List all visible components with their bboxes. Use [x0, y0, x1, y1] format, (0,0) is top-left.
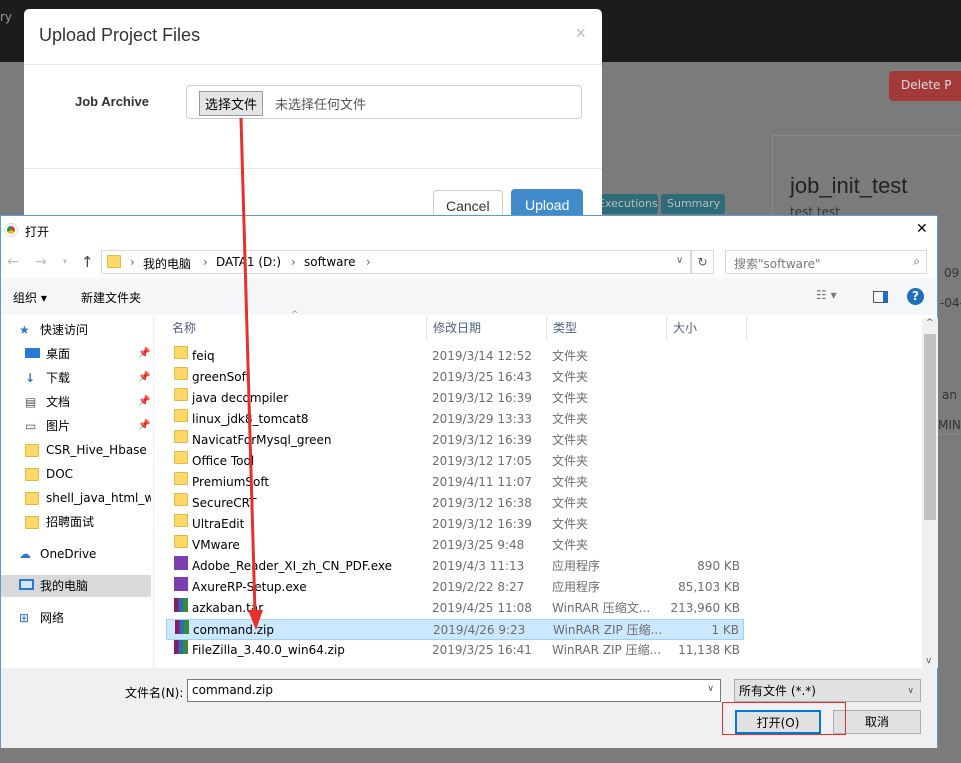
arrow-shaft — [239, 117, 257, 613]
annotation-arrow — [239, 117, 263, 630]
arrow-head — [248, 610, 263, 630]
